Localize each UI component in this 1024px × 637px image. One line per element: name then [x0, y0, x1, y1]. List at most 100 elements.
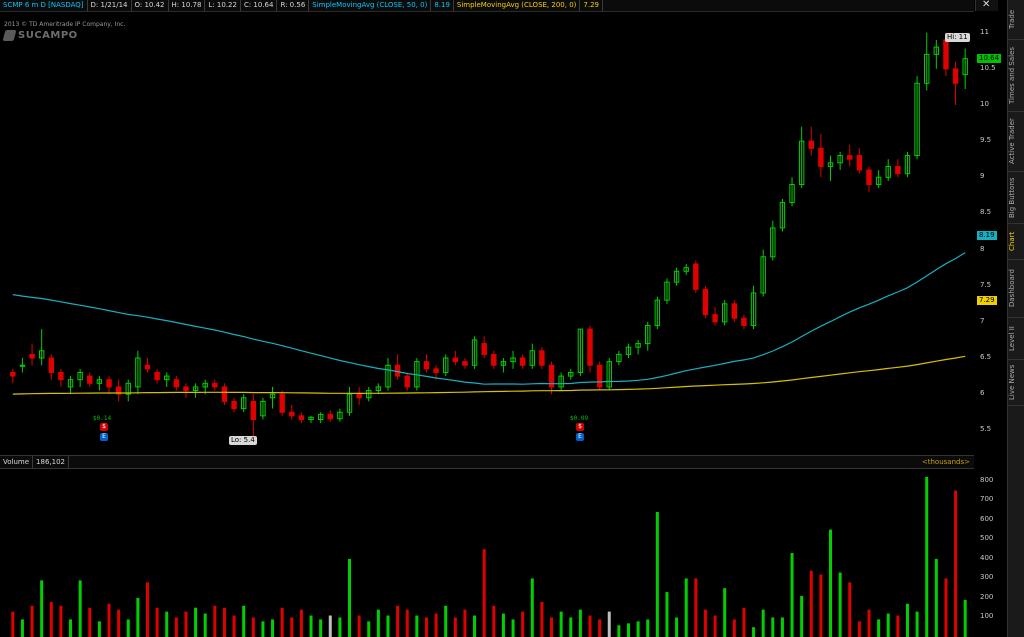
candle [192, 383, 199, 398]
candle [933, 39, 940, 69]
candle [712, 307, 718, 326]
volume-bar [424, 617, 428, 637]
volume-bar [540, 601, 544, 637]
tab-level-ii[interactable]: Level II [1008, 318, 1024, 360]
symbol-label[interactable]: SCMP 6 m D [NASDAQ] [0, 0, 88, 11]
candle [38, 329, 45, 366]
volume-bar [588, 615, 592, 637]
volume-bar [30, 605, 34, 637]
volume-bar [501, 613, 505, 637]
volume-bar [694, 578, 698, 637]
candle [308, 415, 314, 424]
candle [77, 368, 83, 387]
volume-bar [126, 619, 130, 637]
close-label: C: 10.64 [241, 0, 278, 11]
volume-bar [521, 611, 525, 637]
low-label: L: 10.22 [205, 0, 241, 11]
high-label: H: 10.78 [169, 0, 206, 11]
volume-bar [646, 619, 650, 637]
volume-bar [511, 619, 515, 637]
volume-bar [559, 611, 563, 637]
volume-bar [242, 605, 246, 637]
candle [452, 350, 459, 366]
tab-trade[interactable]: Trade [1008, 0, 1024, 40]
volume-bar [184, 611, 188, 637]
volume-bar [319, 619, 323, 637]
range-label: R: 0.56 [277, 0, 310, 11]
volume-bar [838, 572, 842, 637]
volume-bar [290, 617, 294, 637]
close-chart-button[interactable]: ✕ [975, 0, 998, 11]
candle [96, 376, 103, 391]
price-tick: 10 [980, 99, 989, 108]
candle [587, 325, 593, 373]
volume-bar [88, 607, 92, 637]
volume-tick: 300 [980, 573, 994, 582]
candle [375, 383, 382, 395]
tab-chart[interactable]: Chart [1008, 224, 1024, 260]
volume-tick: 800 [980, 475, 994, 484]
price-tick: 9.5 [980, 136, 992, 145]
price-tick: 7.5 [980, 280, 992, 289]
volume-bar [905, 603, 909, 637]
tab-big-buttons[interactable]: Big Buttons [1008, 172, 1024, 224]
volume-bar [261, 621, 265, 637]
volume-bar [405, 609, 409, 637]
volume-bar [309, 615, 313, 637]
volume-tick: 200 [980, 592, 994, 601]
price-tick: 5.5 [980, 425, 992, 434]
candle [808, 126, 814, 156]
volume-chart[interactable] [0, 467, 974, 637]
dividend-event-icon[interactable]: $ [100, 423, 108, 431]
candle [616, 350, 622, 366]
candle [577, 328, 584, 377]
candle [693, 260, 699, 293]
volume-bar [145, 582, 149, 637]
volume-bar [367, 621, 371, 637]
candle [952, 61, 959, 105]
last-price-badge: 10.64 [977, 53, 1002, 63]
earnings-event-icon[interactable]: E [576, 433, 584, 441]
sma50-study-label[interactable]: SimpleMovingAvg (CLOSE, 50, 0) [309, 0, 432, 11]
candle [596, 361, 603, 391]
candle [462, 358, 468, 369]
candle [664, 278, 670, 304]
candle [539, 347, 545, 369]
volume-bar [328, 615, 332, 637]
candle [240, 394, 247, 413]
price-chart[interactable] [0, 11, 974, 452]
tab-active-trader[interactable]: Active Trader [1008, 112, 1024, 172]
volume-bar [155, 607, 159, 637]
volume-bar [271, 619, 275, 637]
volume-bar [684, 578, 688, 637]
volume-bar [963, 599, 967, 637]
sma200-study-label[interactable]: SimpleMovingAvg (CLOSE, 200, 0) [454, 0, 581, 11]
price-tick: 11 [980, 27, 989, 36]
candle [654, 296, 661, 330]
right-sidebar: Trade Times and Sales Active Trader Big … [1007, 0, 1024, 637]
candle [269, 386, 276, 409]
candle [385, 358, 391, 391]
volume-bar [40, 580, 44, 637]
candle [394, 354, 401, 380]
candle [606, 358, 612, 391]
candle [221, 383, 228, 406]
volume-bar [107, 603, 111, 637]
tab-times-and-sales[interactable]: Times and Sales [1008, 40, 1024, 112]
tab-dashboard[interactable]: Dashboard [1008, 260, 1024, 318]
tab-live-news[interactable]: Live News [1008, 360, 1024, 406]
candle [721, 300, 728, 326]
volume-bar [453, 617, 457, 637]
volume-bar [713, 615, 717, 637]
dividend-label-1: $0.14 [93, 415, 112, 422]
dividend-event-icon[interactable]: $ [576, 423, 584, 431]
volume-bar [20, 619, 24, 637]
volume-bar [780, 617, 784, 637]
volume-bar [473, 615, 477, 637]
price-tick: 8.5 [980, 208, 992, 217]
earnings-event-icon[interactable]: E [100, 433, 108, 441]
volume-bar [569, 617, 573, 637]
candle [260, 397, 266, 420]
candle [58, 368, 64, 387]
volume-bar [877, 619, 881, 637]
